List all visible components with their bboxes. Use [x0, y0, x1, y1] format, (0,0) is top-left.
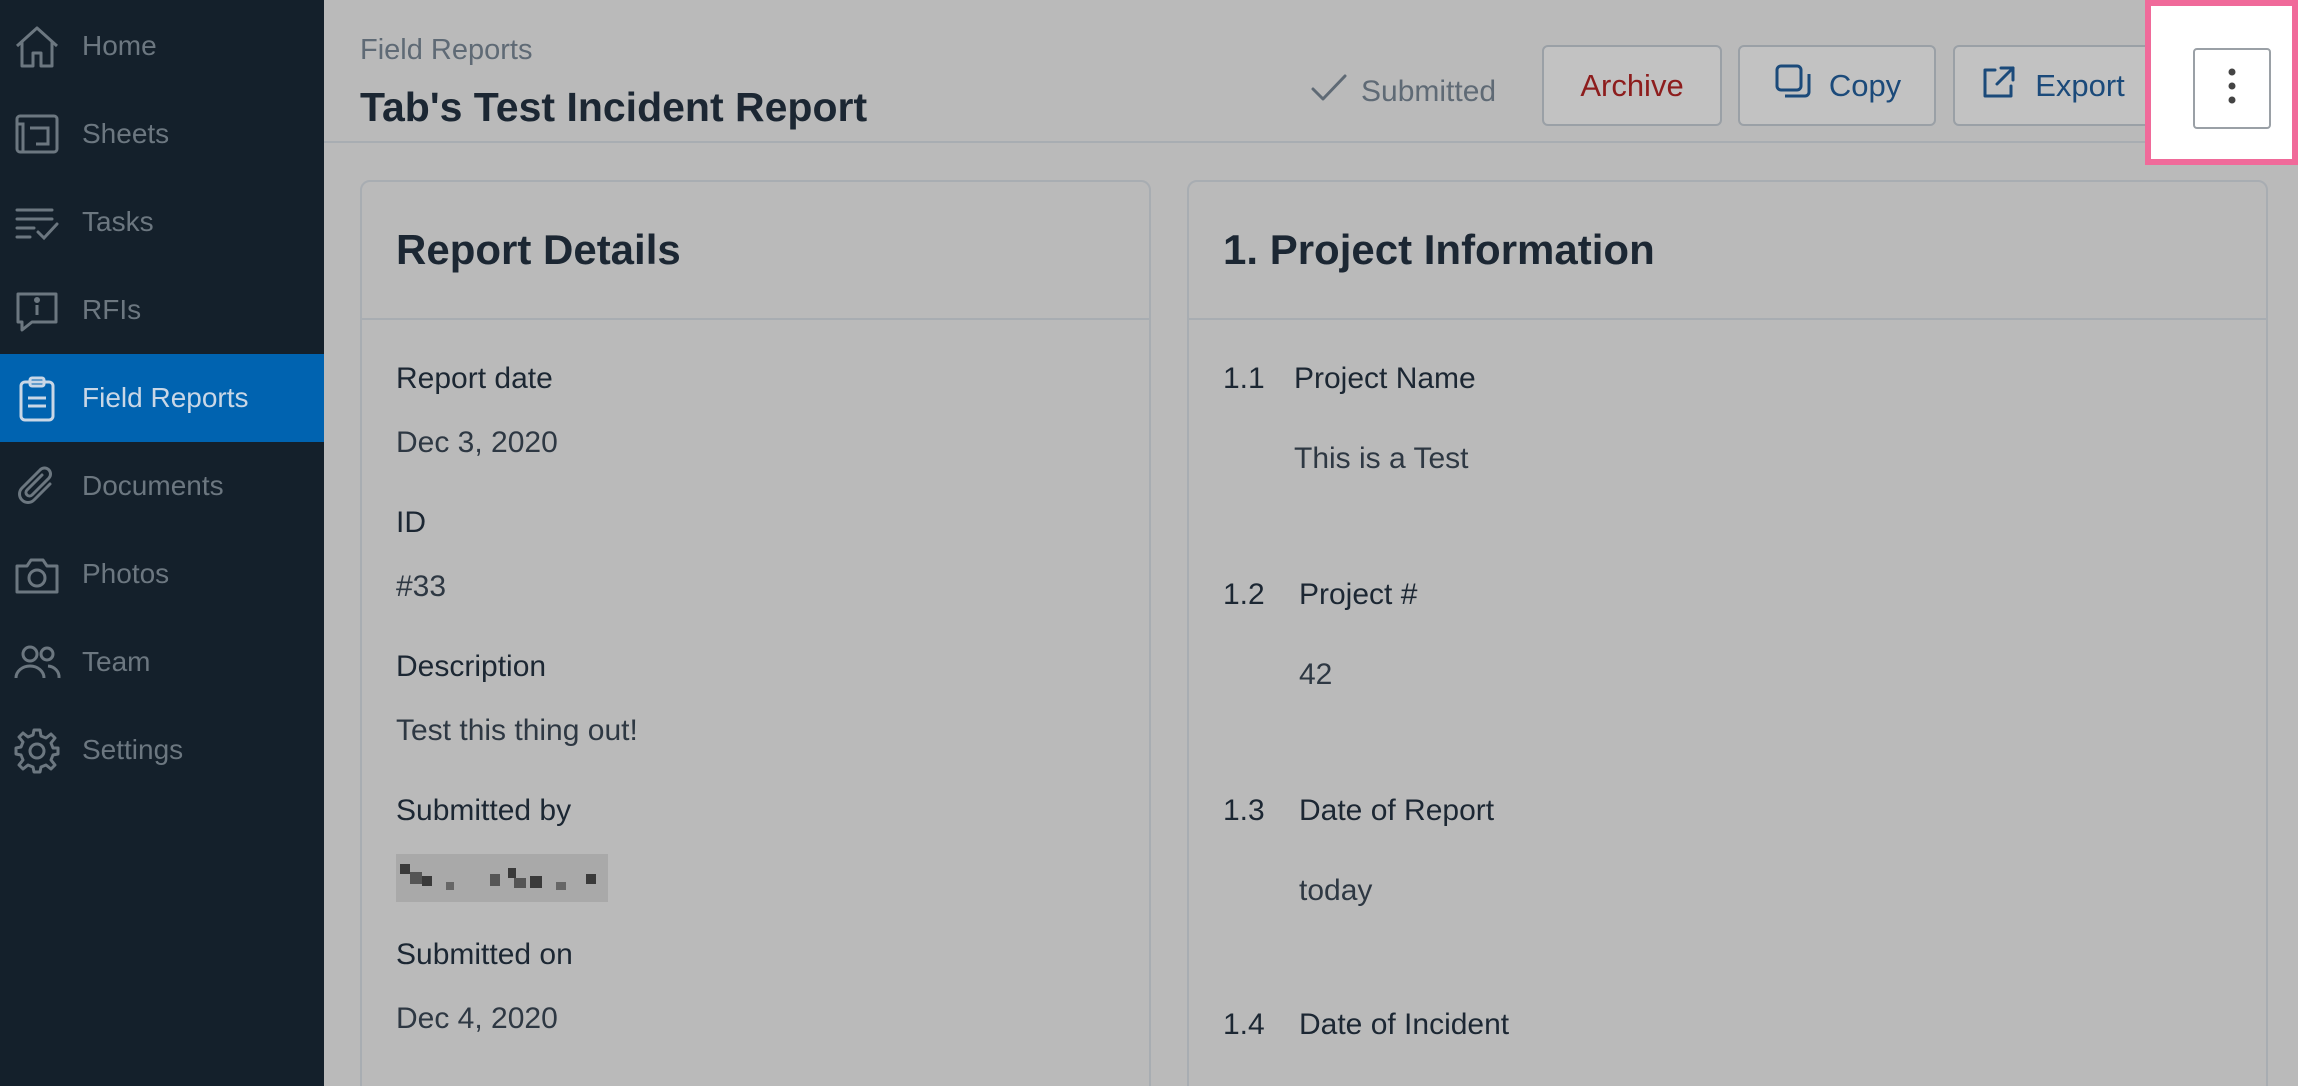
home-icon	[12, 22, 62, 72]
export-button-label: Export	[2035, 67, 2125, 103]
sidebar-item-label: Sheets	[82, 118, 170, 149]
copy-button[interactable]: Copy	[1738, 45, 1936, 126]
copy-button-label: Copy	[1828, 67, 1902, 103]
archive-button-label: Archive	[1580, 67, 1684, 103]
checkmark-icon	[1309, 68, 1349, 116]
archive-button[interactable]: Archive	[1542, 45, 1722, 126]
vertical-ellipsis-icon	[2212, 60, 2252, 117]
report-date-value: Dec 3, 2020	[396, 426, 558, 459]
project-number-value: 42	[1299, 658, 1333, 691]
sidebar-item-label: Home	[82, 30, 157, 61]
submitted-on-value: Dec 4, 2020	[396, 1002, 558, 1035]
sidebar-item-label: Team	[82, 646, 151, 677]
page-header: Field Reports Tab's Test Incident Report…	[324, 0, 2298, 165]
sidebar-item-home[interactable]: Home	[0, 2, 324, 90]
field-label: Submitted by	[396, 794, 572, 827]
export-button[interactable]: Export	[1953, 45, 2151, 126]
project-information-card: 1. Project Information 1.1 Project Name …	[1187, 180, 2268, 1086]
more-actions-button[interactable]	[2193, 48, 2271, 129]
description-value: Test this thing out!	[396, 714, 638, 747]
page-title: Tab's Test Incident Report	[360, 84, 868, 130]
card-title: 1. Project Information	[1223, 226, 1655, 273]
report-details-card: Report Details Report date Dec 3, 2020 I…	[360, 180, 1151, 1086]
sidebar: Home Sheets Tasks RFIs Field Reports Doc…	[0, 0, 324, 1086]
camera-icon	[12, 550, 62, 600]
project-name-value: This is a Test	[1294, 442, 1469, 475]
paperclip-icon	[12, 462, 62, 512]
question-label: Project Name	[1294, 362, 1476, 395]
sidebar-item-team[interactable]: Team	[0, 618, 324, 706]
team-icon	[12, 638, 62, 688]
sheets-icon	[12, 110, 62, 160]
redacted-submitter	[396, 854, 608, 902]
sidebar-item-label: Field Reports	[82, 382, 249, 413]
sidebar-item-tasks[interactable]: Tasks	[0, 178, 324, 266]
tasks-icon	[12, 198, 62, 248]
status-badge: Submitted	[1309, 68, 1496, 116]
sidebar-item-field-reports[interactable]: Field Reports	[0, 354, 324, 442]
sidebar-item-sheets[interactable]: Sheets	[0, 90, 324, 178]
question-label: Project #	[1299, 578, 1418, 611]
question-number: 1.4	[1223, 1008, 1265, 1041]
export-icon	[1979, 62, 2019, 110]
sidebar-item-rfis[interactable]: RFIs	[0, 266, 324, 354]
sidebar-item-label: Settings	[82, 734, 184, 765]
sidebar-item-label: Documents	[82, 470, 224, 501]
sidebar-item-label: Photos	[82, 558, 170, 589]
field-label: Submitted on	[396, 938, 573, 971]
sidebar-item-label: Tasks	[82, 206, 154, 237]
sidebar-item-label: RFIs	[82, 294, 142, 325]
card-header: 1. Project Information	[1189, 182, 2266, 320]
question-label: Date of Incident	[1299, 1008, 1510, 1041]
question-label: Date of Report	[1299, 794, 1495, 827]
date-of-report-value: today	[1299, 874, 1373, 907]
clipboard-icon	[12, 374, 62, 424]
card-header: Report Details	[362, 182, 1149, 320]
question-number: 1.1	[1223, 362, 1265, 395]
question-number: 1.3	[1223, 794, 1265, 827]
more-actions-highlight	[2145, 0, 2298, 165]
breadcrumb[interactable]: Field Reports	[360, 34, 532, 67]
status-text: Submitted	[1361, 75, 1497, 108]
sidebar-item-documents[interactable]: Documents	[0, 442, 324, 530]
sidebar-item-photos[interactable]: Photos	[0, 530, 324, 618]
question-number: 1.2	[1223, 578, 1265, 611]
sidebar-item-settings[interactable]: Settings	[0, 706, 324, 794]
rfi-icon	[12, 286, 62, 336]
field-label: ID	[396, 506, 426, 539]
copy-icon	[1773, 62, 1813, 110]
card-title: Report Details	[396, 226, 681, 273]
field-label: Report date	[396, 362, 553, 395]
field-label: Description	[396, 650, 547, 683]
report-id-value: #33	[396, 570, 447, 603]
gear-icon	[12, 726, 62, 776]
